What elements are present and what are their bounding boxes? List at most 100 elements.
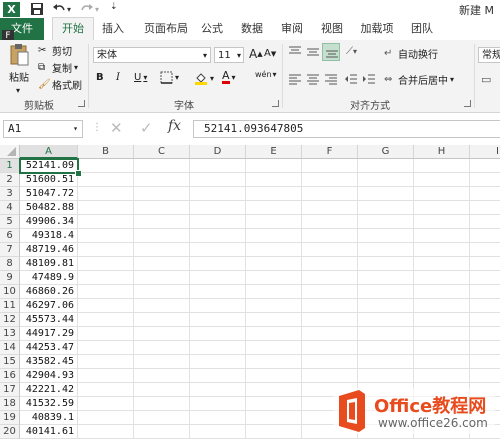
cell-d7[interactable] <box>190 243 246 257</box>
cell-h11[interactable] <box>414 299 470 313</box>
cell-c11[interactable] <box>134 299 190 313</box>
cell-g16[interactable] <box>358 369 414 383</box>
underline-dropdown-icon[interactable]: ▾ <box>143 73 147 82</box>
cell-e1[interactable] <box>246 159 302 173</box>
cell-b3[interactable] <box>78 187 134 201</box>
cell-i15[interactable] <box>470 355 500 369</box>
font-name-combo[interactable]: 宋体 ▾ <box>93 47 211 63</box>
cell-f16[interactable] <box>302 369 358 383</box>
cell-a18[interactable]: 41532.59 <box>20 397 78 411</box>
row-header[interactable]: 14 <box>0 341 20 355</box>
row-header[interactable]: 20 <box>0 425 20 439</box>
column-header-c[interactable]: C <box>134 145 190 159</box>
cell-f13[interactable] <box>302 327 358 341</box>
cell-g4[interactable] <box>358 201 414 215</box>
underline-button[interactable]: U ▾ <box>134 72 147 83</box>
cell-e20[interactable] <box>246 425 302 439</box>
cell-g2[interactable] <box>358 173 414 187</box>
cell-d3[interactable] <box>190 187 246 201</box>
cell-c8[interactable] <box>134 257 190 271</box>
cell-h8[interactable] <box>414 257 470 271</box>
cell-a5[interactable]: 49906.34 <box>20 215 78 229</box>
cell-a8[interactable]: 48109.81 <box>20 257 78 271</box>
borders-button[interactable]: ▾ <box>160 71 179 84</box>
cell-b6[interactable] <box>78 229 134 243</box>
cell-a12[interactable]: 45573.44 <box>20 313 78 327</box>
cell-c12[interactable] <box>134 313 190 327</box>
cell-a9[interactable]: 47489.9 <box>20 271 78 285</box>
cell-a17[interactable]: 42221.42 <box>20 383 78 397</box>
cell-g8[interactable] <box>358 257 414 271</box>
cell-e14[interactable] <box>246 341 302 355</box>
row-header[interactable]: 8 <box>0 257 20 271</box>
cell-d20[interactable] <box>190 425 246 439</box>
customize-qa-icon[interactable]: ⇣ <box>110 2 118 12</box>
tab-addins[interactable]: 加载项 <box>356 18 398 40</box>
cell-h4[interactable] <box>414 201 470 215</box>
cell-d8[interactable] <box>190 257 246 271</box>
cell-a10[interactable]: 46860.26 <box>20 285 78 299</box>
name-box-dropdown-icon[interactable]: ▾ <box>73 121 78 137</box>
copy-dropdown-icon[interactable]: ▾ <box>74 63 78 72</box>
cell-d10[interactable] <box>190 285 246 299</box>
fill-color-button[interactable]: ▾ <box>194 71 214 85</box>
align-right-icon[interactable] <box>324 73 338 85</box>
cell-a11[interactable]: 46297.06 <box>20 299 78 313</box>
cell-f9[interactable] <box>302 271 358 285</box>
phonetic-dropdown-icon[interactable]: ▾ <box>273 70 277 79</box>
cell-d14[interactable] <box>190 341 246 355</box>
cell-c17[interactable] <box>134 383 190 397</box>
row-header[interactable]: 17 <box>0 383 20 397</box>
cell-b7[interactable] <box>78 243 134 257</box>
cell-e17[interactable] <box>246 383 302 397</box>
orientation-dropdown-icon[interactable]: ▾ <box>353 47 357 56</box>
row-header[interactable]: 13 <box>0 327 20 341</box>
cell-i10[interactable] <box>470 285 500 299</box>
cell-e16[interactable] <box>246 369 302 383</box>
cell-h5[interactable] <box>414 215 470 229</box>
cell-h13[interactable] <box>414 327 470 341</box>
alignment-launcher-icon[interactable] <box>464 100 471 107</box>
cell-f1[interactable] <box>302 159 358 173</box>
cell-b11[interactable] <box>78 299 134 313</box>
cell-g10[interactable] <box>358 285 414 299</box>
shrink-font-button[interactable]: A ▼ <box>264 48 276 59</box>
clipboard-launcher-icon[interactable] <box>78 100 85 107</box>
cell-f12[interactable] <box>302 313 358 327</box>
cell-b2[interactable] <box>78 173 134 187</box>
cell-d16[interactable] <box>190 369 246 383</box>
cell-c9[interactable] <box>134 271 190 285</box>
cell-h6[interactable] <box>414 229 470 243</box>
cancel-icon[interactable]: ✕ <box>110 119 123 137</box>
cell-c14[interactable] <box>134 341 190 355</box>
cell-e3[interactable] <box>246 187 302 201</box>
cell-h15[interactable] <box>414 355 470 369</box>
undo-icon[interactable] <box>52 2 66 16</box>
column-header-a[interactable]: A <box>20 145 78 159</box>
cell-h2[interactable] <box>414 173 470 187</box>
select-all-corner[interactable] <box>0 145 20 159</box>
cell-f10[interactable] <box>302 285 358 299</box>
decrease-indent-icon[interactable] <box>344 73 358 85</box>
cell-a7[interactable]: 48719.46 <box>20 243 78 257</box>
cell-b14[interactable] <box>78 341 134 355</box>
cell-e2[interactable] <box>246 173 302 187</box>
cell-b20[interactable] <box>78 425 134 439</box>
cut-button[interactable]: ✂ 剪切 <box>38 43 72 58</box>
cell-e11[interactable] <box>246 299 302 313</box>
font-size-combo[interactable]: 11 ▾ <box>214 47 244 63</box>
align-middle-icon[interactable] <box>306 46 320 58</box>
cell-g13[interactable] <box>358 327 414 341</box>
cell-i8[interactable] <box>470 257 500 271</box>
cell-g14[interactable] <box>358 341 414 355</box>
cell-e19[interactable] <box>246 411 302 425</box>
cell-d18[interactable] <box>190 397 246 411</box>
grow-font-button[interactable]: A ▲ <box>249 47 263 61</box>
cell-d11[interactable] <box>190 299 246 313</box>
cell-f3[interactable] <box>302 187 358 201</box>
cell-a14[interactable]: 44253.47 <box>20 341 78 355</box>
bold-button[interactable]: B <box>96 72 104 83</box>
formula-input[interactable]: 52141.093647805 <box>193 120 500 138</box>
row-header[interactable]: 10 <box>0 285 20 299</box>
cell-i16[interactable] <box>470 369 500 383</box>
